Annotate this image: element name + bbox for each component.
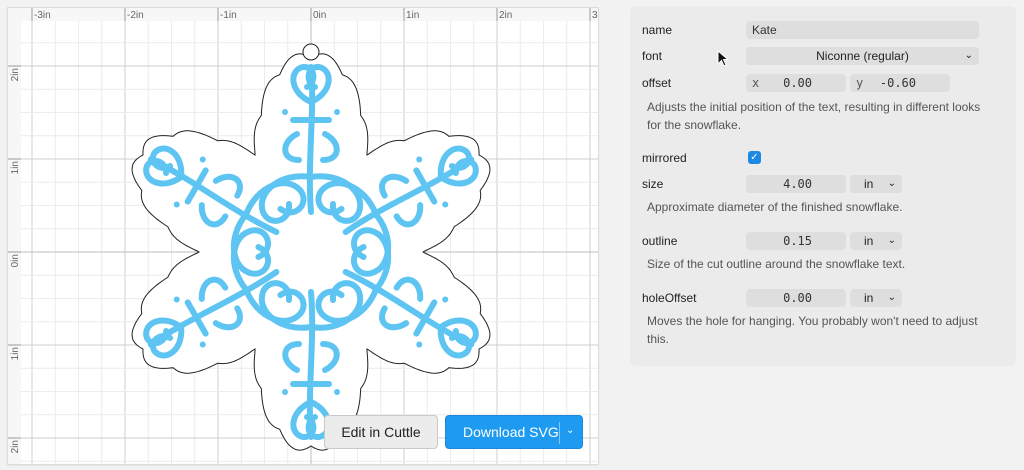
param-row-mirrored: mirrored ✓: [630, 148, 1016, 168]
chevron-down-icon[interactable]: ⌄: [566, 425, 574, 436]
param-label-outline: outline: [642, 234, 678, 248]
param-label-name: name: [642, 23, 673, 37]
param-row-offset: offset x 0.00 y -0.60: [630, 73, 1016, 93]
outline-input[interactable]: 0.15: [746, 232, 846, 250]
ruler-y-label: 1in: [10, 347, 21, 360]
holeoffset-help-text: Moves the hole for hanging. You probably…: [647, 314, 978, 346]
ruler-x-label: -3in: [34, 10, 51, 21]
download-svg-button[interactable]: Download SVG ⌄: [445, 415, 583, 449]
size-help-text: Approximate diameter of the finished sno…: [647, 200, 903, 214]
ruler-x-label: 0in: [313, 10, 326, 21]
param-row-holeoffset: holeOffset 0.00 in ⌄: [630, 288, 1016, 308]
param-label-size: size: [642, 177, 664, 191]
offset-y-input[interactable]: y -0.60: [850, 74, 950, 92]
mirrored-checkbox[interactable]: ✓: [748, 151, 761, 164]
ruler-y-label: 1in: [10, 161, 21, 174]
param-label-offset: offset: [642, 76, 672, 90]
chevron-down-icon: ⌄: [964, 50, 973, 61]
font-select[interactable]: Niconne (regular) ⌄: [746, 47, 979, 65]
outline-help-text: Size of the cut outline around the snowf…: [647, 257, 906, 271]
ruler-x-label: 2in: [499, 10, 512, 21]
ruler-x-label: 3in: [592, 10, 598, 21]
chevron-down-icon: ⌄: [887, 292, 896, 303]
ruler-x-label: -1in: [220, 10, 237, 21]
param-label-holeoffset: holeOffset: [642, 291, 697, 305]
holeoffset-unit-value: in: [864, 291, 874, 305]
size-input[interactable]: 4.00: [746, 175, 846, 193]
outline-unit-value: in: [864, 234, 874, 248]
offset-x-value: 0.00: [783, 76, 812, 90]
param-row-font: font Niconne (regular) ⌄: [630, 46, 1016, 66]
holeoffset-input[interactable]: 0.00: [746, 289, 846, 307]
hanging-hole: [302, 43, 320, 61]
param-label-mirrored: mirrored: [642, 151, 687, 165]
ruler-y-label: 2in: [10, 68, 21, 81]
offset-help-text: Adjusts the initial position of the text…: [647, 100, 981, 132]
holeoffset-unit-select[interactable]: in ⌄: [850, 289, 902, 307]
mouse-pointer-icon: [717, 50, 730, 67]
offset-x-input[interactable]: x 0.00: [746, 74, 846, 92]
chevron-down-icon: ⌄: [887, 178, 896, 189]
param-label-font: font: [642, 49, 663, 63]
button-divider: [559, 422, 560, 444]
param-row-name: name Kate: [630, 20, 1016, 40]
size-unit-value: in: [864, 177, 874, 191]
ruler-y-label: 0in: [10, 254, 21, 267]
ruler-x-label: 1in: [406, 10, 419, 21]
font-select-value: Niconne (regular): [816, 49, 909, 63]
offset-y-value: -0.60: [879, 76, 916, 90]
canvas-drawing: -3in -2in -1in 0in 1in 2in 3in 2in 1in 0in 1in 2in: [8, 8, 598, 464]
design-canvas[interactable]: -3in -2in -1in 0in 1in 2in 3in 2in 1in 0in 1in 2in…: [8, 8, 598, 464]
chevron-down-icon: ⌄: [887, 235, 896, 246]
download-svg-label: Download SVG: [463, 424, 559, 440]
edit-in-cuttle-button[interactable]: Edit in Cuttle: [324, 415, 438, 449]
param-row-size: size 4.00 in ⌄: [630, 174, 1016, 194]
name-input[interactable]: Kate: [746, 21, 979, 39]
parameters-panel: name Kate font Niconne (regular) ⌄ offse…: [630, 6, 1016, 366]
ruler-y-label: 2in: [10, 440, 21, 453]
ruler-x-label: -2in: [127, 10, 144, 21]
offset-y-axis: y: [856, 76, 864, 90]
size-unit-select[interactable]: in ⌄: [850, 175, 902, 193]
offset-x-axis: x: [752, 76, 760, 90]
param-row-outline: outline 0.15 in ⌄: [630, 231, 1016, 251]
outline-unit-select[interactable]: in ⌄: [850, 232, 902, 250]
